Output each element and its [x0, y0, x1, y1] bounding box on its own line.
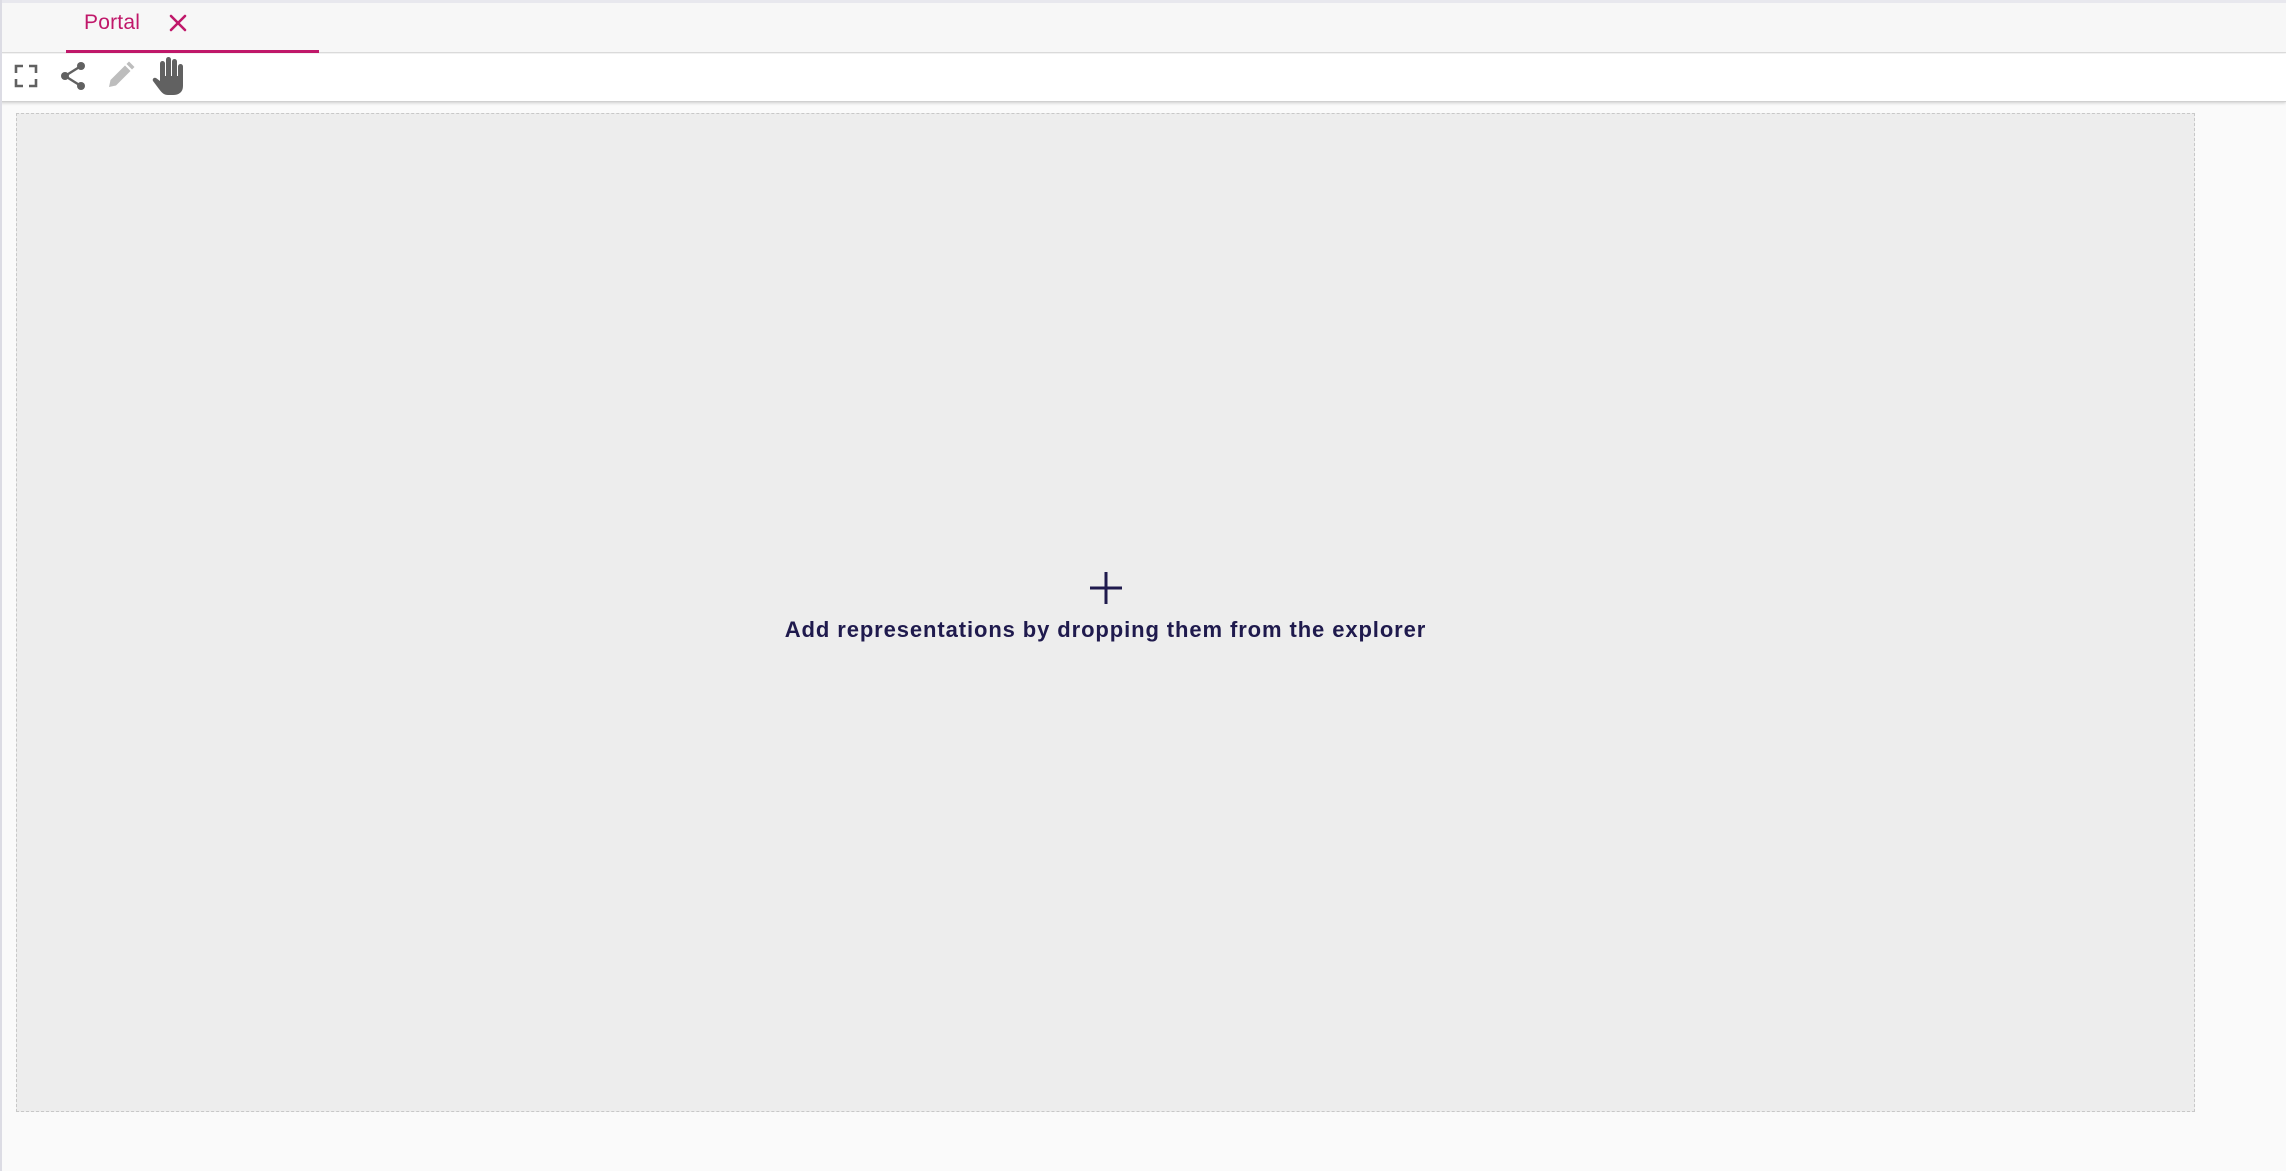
- share-icon: [57, 60, 89, 97]
- app-root: Portal Add representations by dropping t…: [0, 0, 2286, 1171]
- edit-button[interactable]: [100, 58, 140, 98]
- empty-message: Add representations by dropping them fro…: [784, 617, 1427, 642]
- tab-label: Portal: [84, 11, 141, 34]
- window-top-edge: [0, 0, 2286, 3]
- hand-icon: [151, 56, 187, 101]
- empty-state: Add representations by dropping them fro…: [17, 569, 2194, 643]
- fullscreen-icon: [12, 62, 40, 95]
- close-icon[interactable]: [165, 10, 191, 36]
- pan-button[interactable]: [149, 56, 189, 101]
- portal-drop-area[interactable]: Add representations by dropping them fro…: [16, 113, 2195, 1112]
- toolbar: [0, 54, 2286, 102]
- share-button[interactable]: [53, 58, 93, 98]
- tab-bar: Portal: [0, 0, 2286, 53]
- window-left-edge: [0, 0, 2, 1171]
- pencil-icon: [104, 60, 136, 97]
- tab-portal[interactable]: Portal: [66, 0, 319, 53]
- plus-icon: [17, 569, 2194, 607]
- fullscreen-button[interactable]: [6, 58, 46, 98]
